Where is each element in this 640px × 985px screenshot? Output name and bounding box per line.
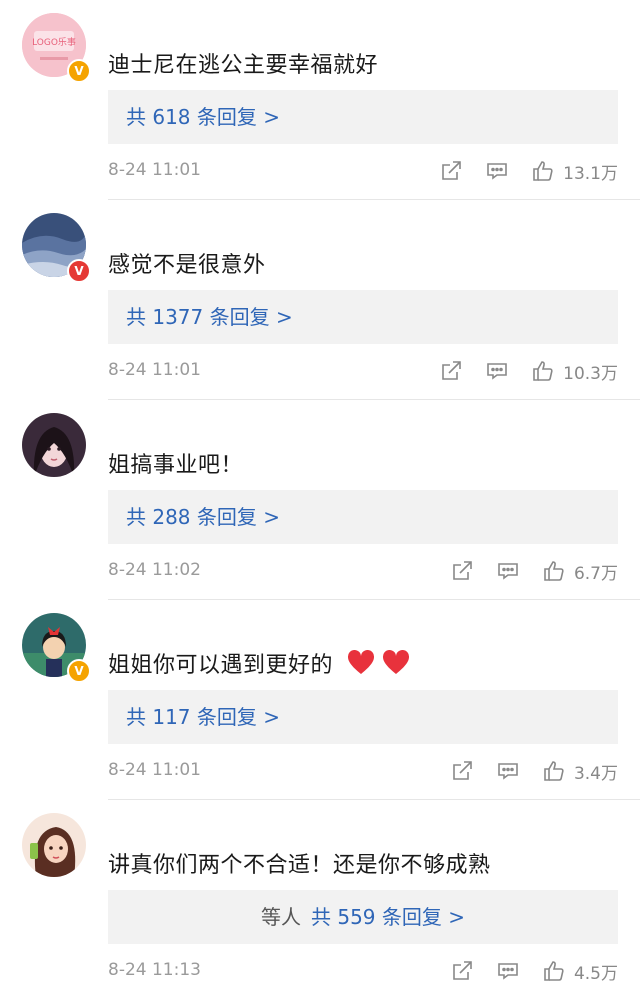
like-count: 13.1万: [563, 163, 618, 184]
like-button[interactable]: 13.1万: [531, 159, 618, 184]
share-icon: [453, 761, 472, 780]
replies-count: 共 559 条回复 >: [310, 905, 465, 929]
comment-text: 讲真你们两个不合适！还是你不够成熟: [108, 853, 491, 878]
comment-item: 讲真你们两个不合适！还是你不够成熟 等人共 559 条回复 > 8-24 11:…: [0, 800, 640, 985]
like-icon: [544, 761, 564, 781]
timestamp: 8-24 11:13: [108, 960, 201, 980]
action-bar: 10.3万: [417, 357, 618, 385]
hearts-emoji: [347, 649, 411, 682]
comment-item: V 姐姐你可以遇到更好的 共 117 条回复 > 8-24 11:01 3.4万: [0, 600, 640, 800]
comment-text: 感觉不是很意外: [108, 253, 266, 278]
comment-text: 姐姐你可以遇到更好的: [108, 647, 410, 682]
comment-icon: [498, 763, 518, 780]
like-icon: [544, 961, 564, 981]
replies-link[interactable]: 共 288 条回复 >: [108, 490, 618, 544]
comment-item: 姐搞事业吧！ 共 288 条回复 > 8-24 11:02 6.7万: [0, 400, 640, 600]
share-icon: [453, 961, 472, 980]
share-button[interactable]: [439, 359, 463, 383]
replies-link[interactable]: 共 618 条回复 >: [108, 90, 618, 144]
timestamp: 8-24 11:01: [108, 360, 201, 380]
verified-badge: V: [67, 59, 91, 83]
like-count: 4.5万: [573, 963, 618, 984]
avatar-logo-text: LOGO乐事: [32, 36, 76, 48]
like-icon: [533, 361, 553, 381]
timestamp: 8-24 11:02: [108, 560, 201, 580]
comment-text: 迪士尼在逃公主要幸福就好: [108, 53, 379, 78]
comment-button[interactable]: [496, 759, 520, 783]
action-bar: 6.7万: [428, 557, 618, 585]
replies-link[interactable]: 共 117 条回复 >: [108, 690, 618, 744]
comment-button[interactable]: [485, 359, 509, 383]
avatar[interactable]: [22, 813, 86, 877]
action-bar: 4.5万: [428, 957, 618, 985]
like-icon: [533, 161, 553, 181]
comment-button[interactable]: [485, 159, 509, 183]
comment-icon: [498, 963, 518, 980]
heart-icon: [347, 649, 374, 674]
share-button[interactable]: [450, 759, 474, 783]
replies-link[interactable]: 等人共 559 条回复 >: [108, 890, 618, 944]
timestamp: 8-24 11:01: [108, 760, 201, 780]
comment-icon: [487, 363, 507, 380]
like-count: 3.4万: [573, 763, 618, 784]
comment-text-body: 姐姐你可以遇到更好的: [108, 653, 334, 678]
verified-badge: V: [67, 659, 91, 683]
action-bar: 13.1万: [417, 157, 618, 185]
like-icon: [544, 561, 564, 581]
comment-button[interactable]: [496, 959, 520, 983]
share-button[interactable]: [439, 159, 463, 183]
comment-text: 姐搞事业吧！: [108, 453, 244, 478]
share-icon: [442, 161, 461, 180]
replies-prefix: 等人: [260, 905, 301, 929]
verified-badge: V: [67, 259, 91, 283]
replies-link[interactable]: 共 1377 条回复 >: [108, 290, 618, 344]
share-icon: [442, 361, 461, 380]
share-button[interactable]: [450, 559, 474, 583]
share-icon: [453, 561, 472, 580]
comment-icon: [487, 163, 507, 180]
share-button[interactable]: [450, 959, 474, 983]
heart-icon: [382, 649, 410, 674]
action-bar: 3.4万: [428, 757, 618, 785]
comment-item: LOGO乐事 V 迪士尼在逃公主要幸福就好 共 618 条回复 > 8-24 1…: [0, 0, 640, 200]
like-button[interactable]: 6.7万: [542, 559, 618, 584]
like-button[interactable]: 10.3万: [531, 359, 618, 384]
comment-item: V 感觉不是很意外 共 1377 条回复 > 8-24 11:01 10.3万: [0, 200, 640, 400]
timestamp: 8-24 11:01: [108, 160, 201, 180]
comment-button[interactable]: [496, 559, 520, 583]
like-count: 6.7万: [573, 563, 618, 584]
comment-icon: [498, 563, 518, 580]
avatar[interactable]: [22, 413, 86, 477]
like-button[interactable]: 3.4万: [542, 759, 618, 784]
like-count: 10.3万: [563, 363, 618, 384]
like-button[interactable]: 4.5万: [542, 959, 618, 984]
